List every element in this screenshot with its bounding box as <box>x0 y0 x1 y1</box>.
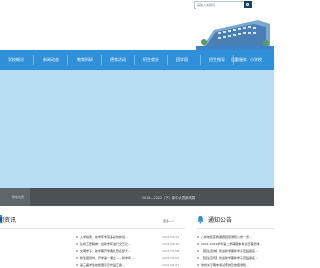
news-date: 2021/03/01 <box>162 256 180 260</box>
notice-item[interactable]: 学校关于期末考试安排及放假通知... <box>201 263 249 267</box>
list-bullet <box>76 236 78 238</box>
list-bullet <box>76 250 78 252</box>
list-bullet <box>197 243 199 245</box>
news-divider <box>0 228 185 229</box>
main-nav: 学校概况 新闻动态 教育科研 德育活动 招生就业 团学园 招生指导 后勤服务 小… <box>0 50 274 70</box>
location-label: 所在位置 <box>12 195 25 199</box>
nav-item-admission[interactable]: 招生就业 <box>134 50 168 70</box>
list-bullet <box>197 264 199 266</box>
nav-item-news[interactable]: 新闻动态 <box>34 50 68 70</box>
campus-building-illustration <box>196 8 274 52</box>
list-bullet <box>197 250 199 252</box>
news-item[interactable]: 新生报到时，开学第一课之——新学年... <box>80 256 134 260</box>
nav-item-school[interactable]: 小学校 <box>250 50 274 70</box>
hero-banner <box>0 70 274 188</box>
list-bullet <box>197 257 199 259</box>
nav-item-youth[interactable]: 团学园 <box>165 50 199 70</box>
banner-title: 2016—2022（下）新中大赛新闻展 <box>142 196 196 200</box>
notice-item[interactable]: 八新地区区教课题结项通知公告一览... <box>201 235 252 239</box>
notice-item[interactable]: 【招生宣传】欢迎新学期新学子莅临报名... <box>201 256 258 260</box>
list-bullet <box>76 243 78 245</box>
notice-item[interactable]: 【招生咨询】欢迎新学期新学子莅临报名... <box>201 249 258 253</box>
bell-icon <box>197 215 204 224</box>
news-item[interactable]: 第三届学生技能展示及作品汇报... <box>80 263 125 267</box>
list-bullet <box>76 264 78 266</box>
news-item[interactable]: 弘扬工匠精神：最新学年进行文艺比... <box>80 242 131 246</box>
news-item[interactable]: 入学指南：新学年丰富多彩的新闻... <box>80 235 128 239</box>
news-item[interactable]: 文明学子：新学期开学典礼暨表彰大... <box>80 249 131 253</box>
list-bullet <box>76 257 78 259</box>
news-date: 2021/03/08 <box>162 249 180 253</box>
notice-divider <box>196 228 274 229</box>
news-date: 2021/02/27 <box>162 263 180 267</box>
notice-section-title: 通知公告 <box>208 217 233 224</box>
nav-item-moral-education[interactable]: 德育活动 <box>101 50 135 70</box>
nav-item-about[interactable]: 学校概况 <box>0 50 33 70</box>
notice-item[interactable]: 2021-2022学年第二学期期末考试日程安排... <box>201 242 262 246</box>
list-bullet <box>197 236 199 238</box>
news-date: 2021/03/15 <box>162 235 180 239</box>
news-more-link[interactable]: 更多>> <box>163 219 174 223</box>
nav-item-research[interactable]: 教育科研 <box>68 50 102 70</box>
news-section-title: 新闻资讯 <box>0 217 17 224</box>
news-date: 2021/03/10 <box>162 242 180 246</box>
location-bar <box>0 188 274 206</box>
